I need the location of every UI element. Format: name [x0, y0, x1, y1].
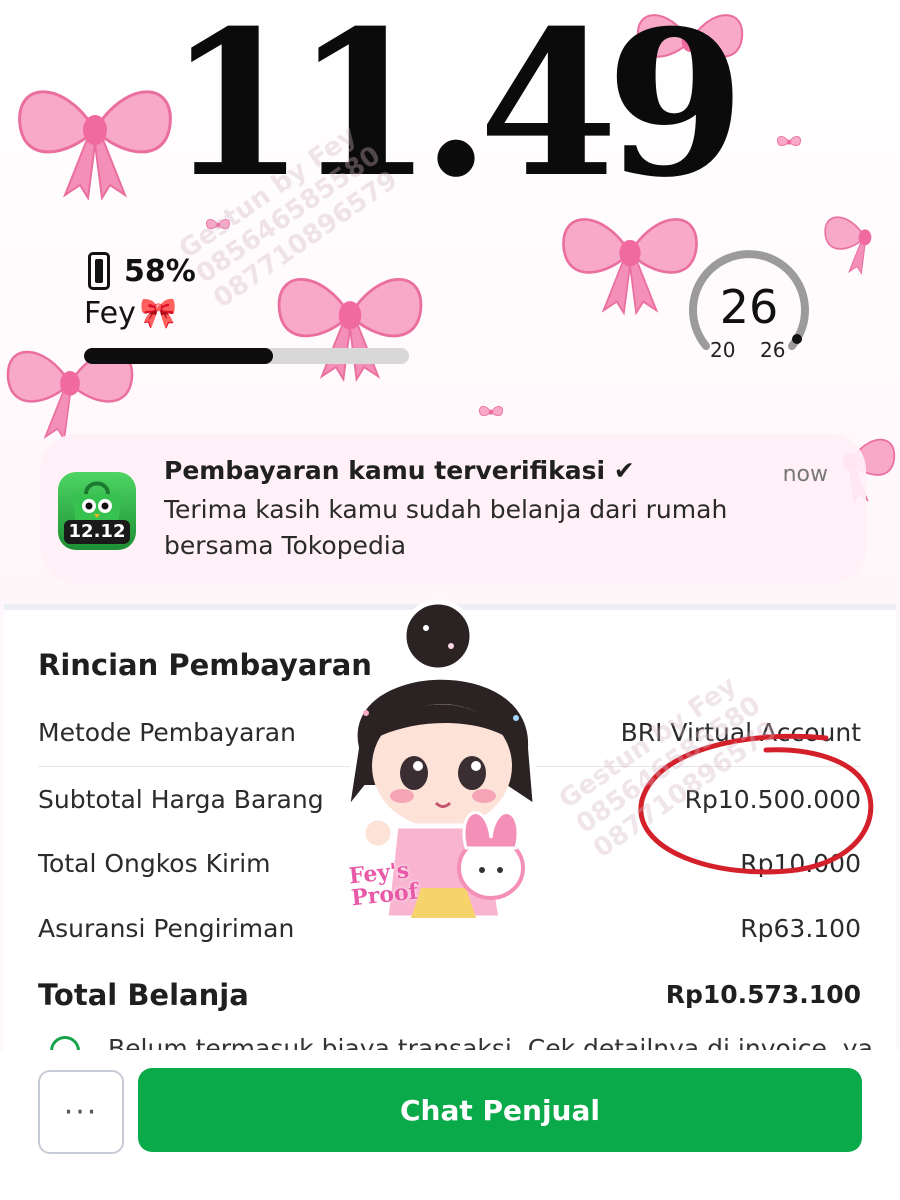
chat-seller-button[interactable]: Chat Penjual — [138, 1068, 862, 1152]
total-label: Total Belanja — [38, 978, 249, 1012]
battery-percent: 58% — [124, 253, 196, 289]
battery-progress-fill — [84, 348, 273, 364]
lockscreen-clock: 11.49 — [166, 0, 745, 222]
notification-card[interactable]: 12.12 Pembayaran kamu terverifikasi ✔ Te… — [40, 434, 866, 584]
battery-progress-bar — [84, 348, 409, 364]
gauge-value: 26 — [719, 280, 779, 334]
battery-widget: 58% — [88, 252, 196, 290]
red-circle-annotation — [638, 733, 874, 875]
sticker-line-2: Proof — [349, 878, 420, 912]
gauge-min: 20 — [710, 338, 736, 362]
notification-body: Terima kasih kamu sudah belanja dari rum… — [164, 495, 728, 560]
gauge-widget: 26 20 26 — [684, 246, 814, 370]
row-label: Metode Pembayaran — [38, 717, 296, 747]
notification-title: Pembayaran kamu terverifikasi ✔ — [164, 456, 635, 485]
notification-time: now — [782, 462, 828, 487]
ribbon-icon: 🎀 — [139, 296, 178, 331]
owner-name: Fey — [84, 296, 136, 331]
bow-icon — [479, 405, 503, 417]
row-value: Rp63.100 — [740, 913, 861, 943]
bow-icon — [277, 278, 423, 383]
section-title: Rincian Pembayaran — [38, 648, 372, 682]
app-badge: 12.12 — [64, 520, 130, 544]
tokopedia-app-icon: 12.12 — [58, 472, 136, 550]
total-value: Rp10.573.100 — [665, 980, 861, 1009]
more-options-button[interactable]: ··· — [38, 1070, 124, 1154]
row-label: Subtotal Harga Barang — [38, 784, 324, 814]
sticker-caption: Fey's Proof — [348, 857, 420, 912]
owner-name-label: Fey 🎀 — [84, 296, 177, 331]
phone-icon — [88, 252, 110, 290]
gauge-max: 26 — [760, 338, 786, 362]
row-label: Total Ongkos Kirim — [38, 848, 271, 878]
row-label: Asuransi Pengiriman — [38, 913, 295, 943]
